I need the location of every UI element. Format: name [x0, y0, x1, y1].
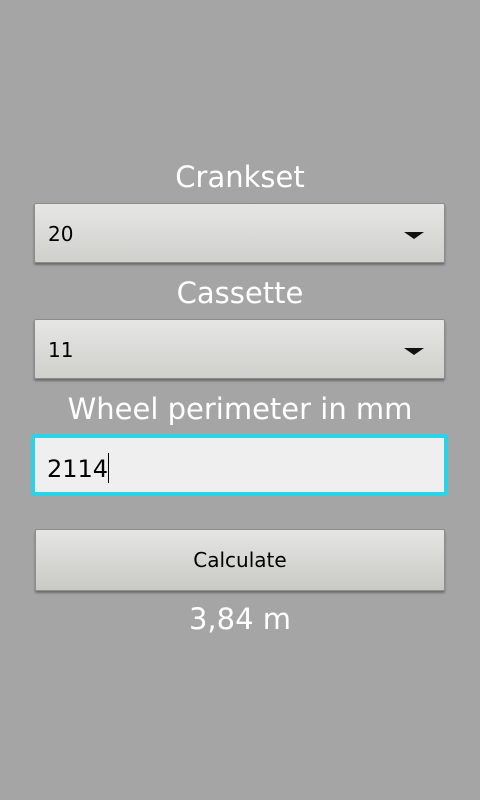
calculate-button[interactable]: Calculate: [35, 529, 445, 591]
crankset-value: 20: [48, 222, 74, 246]
dropdown-arrow-icon: [404, 348, 424, 355]
dropdown-arrow-icon: [404, 232, 424, 239]
result-text: 3,84 m: [188, 602, 292, 636]
crankset-label: Crankset: [175, 160, 305, 194]
wheel-perimeter-value: 2114: [47, 455, 109, 483]
text-caret: [108, 453, 110, 483]
cassette-value: 11: [48, 338, 74, 362]
cassette-label: Cassette: [176, 276, 304, 310]
cassette-spinner[interactable]: 11: [34, 319, 445, 379]
wheel-perimeter-label: Wheel perimeter in mm: [67, 392, 413, 426]
wheel-perimeter-input[interactable]: 2114: [31, 434, 448, 496]
crankset-spinner[interactable]: 20: [34, 203, 445, 263]
